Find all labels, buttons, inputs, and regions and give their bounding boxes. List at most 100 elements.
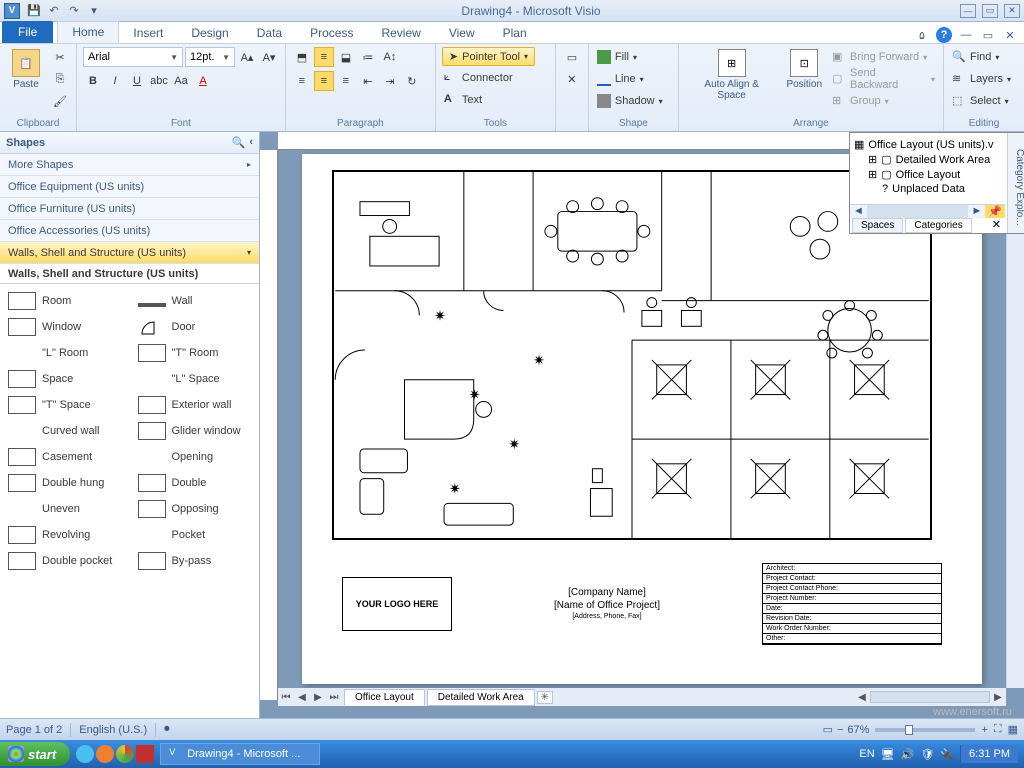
cat-item[interactable]: ⊞▢Office Layout: [854, 167, 1003, 182]
shape-master-item[interactable]: Space: [0, 366, 130, 392]
chrome-icon[interactable]: [116, 745, 134, 763]
title-block-field[interactable]: Project Contact:: [763, 574, 941, 584]
tray-icon[interactable]: 🛡: [920, 748, 934, 761]
status-page[interactable]: Page 1 of 2: [6, 724, 62, 736]
font-color-button[interactable]: A: [193, 71, 213, 91]
text-tool-button[interactable]: AText: [442, 90, 484, 110]
app-icon[interactable]: V: [4, 3, 20, 19]
title-block-center[interactable]: [Company Name] [Name of Office Project] …: [472, 586, 742, 621]
title-block-field[interactable]: Date:: [763, 604, 941, 614]
rectangle-tool-button[interactable]: ▭: [562, 47, 582, 67]
shape-master-item[interactable]: Room: [0, 288, 130, 314]
stencil-row[interactable]: Office Furniture (US units): [0, 198, 259, 220]
tray-icon[interactable]: 🔊: [901, 748, 915, 761]
switch-windows-icon[interactable]: ▦: [1008, 723, 1018, 736]
shrink-font-button[interactable]: A▾: [259, 47, 279, 67]
tray-language[interactable]: EN: [859, 748, 874, 760]
tab-review[interactable]: Review: [367, 23, 434, 43]
font-family-combo[interactable]: Arial▼: [83, 47, 183, 67]
tab-view[interactable]: View: [435, 23, 489, 43]
underline-button[interactable]: U: [127, 71, 147, 91]
layers-button[interactable]: ≋Layers▾: [950, 69, 1013, 89]
title-block-field[interactable]: Other:: [763, 634, 941, 644]
bold-button[interactable]: B: [83, 71, 103, 91]
shape-master-item[interactable]: Curved wall: [0, 418, 130, 444]
indent-dec-button[interactable]: ⇤: [358, 71, 378, 91]
fill-button[interactable]: Fill▾: [595, 47, 639, 67]
font-size-combo[interactable]: 12pt.▼: [185, 47, 235, 67]
qat-dropdown-icon[interactable]: ▾: [86, 3, 102, 19]
rotate-text-button[interactable]: ↻: [402, 71, 422, 91]
find-button[interactable]: 🔍Find▾: [950, 47, 1001, 67]
bullets-button[interactable]: ≔: [358, 47, 378, 67]
cat-scrollbar[interactable]: ◄►📌: [850, 204, 1005, 218]
page-first-icon[interactable]: ⏮: [278, 692, 294, 703]
text-direction-button[interactable]: A↕: [380, 47, 400, 67]
page-tab[interactable]: Office Layout: [344, 689, 425, 706]
bring-forward-button[interactable]: ▣Bring Forward▾: [830, 47, 937, 67]
shape-master-item[interactable]: Uneven: [0, 496, 130, 522]
page-add-icon[interactable]: ✳: [537, 691, 553, 704]
zoom-slider[interactable]: [875, 728, 975, 732]
position-button[interactable]: ⊡ Position: [782, 47, 826, 92]
shape-master-item[interactable]: "L" Room: [0, 340, 130, 366]
cat-item[interactable]: ⊞▢Detailed Work Area: [854, 152, 1003, 167]
shape-master-item[interactable]: "L" Space: [130, 366, 260, 392]
chevron-left-icon[interactable]: ‹: [249, 136, 253, 149]
auto-align-button[interactable]: ⊞ Auto Align & Space: [685, 47, 779, 103]
shape-master-item[interactable]: Door: [130, 314, 260, 340]
strike-button[interactable]: abc: [149, 71, 169, 91]
title-block-field[interactable]: Work Order Number:: [763, 624, 941, 634]
shape-master-item[interactable]: Double hung: [0, 470, 130, 496]
shape-master-item[interactable]: Revolving: [0, 522, 130, 548]
align-center-button[interactable]: ≡: [314, 71, 334, 91]
cat-close-icon[interactable]: ✕: [988, 218, 1005, 233]
tab-design[interactable]: Design: [177, 23, 242, 43]
stencil-row-active[interactable]: Walls, Shell and Structure (US units)▾: [0, 242, 259, 264]
shape-master-item[interactable]: Window: [0, 314, 130, 340]
cat-tab-spaces[interactable]: Spaces: [852, 218, 903, 233]
shape-master-item[interactable]: Pocket: [130, 522, 260, 548]
maximize-button[interactable]: ▭: [982, 4, 998, 18]
format-painter-button[interactable]: 🖌: [50, 91, 70, 111]
shape-master-item[interactable]: By-pass: [130, 548, 260, 574]
tab-process[interactable]: Process: [296, 23, 367, 43]
tab-insert[interactable]: Insert: [119, 23, 177, 43]
title-block-table[interactable]: Architect:Project Contact:Project Contac…: [762, 563, 942, 645]
save-icon[interactable]: 💾: [26, 3, 42, 19]
shape-master-item[interactable]: Glider window: [130, 418, 260, 444]
cat-tab-categories[interactable]: Categories: [905, 218, 971, 233]
connector-tool-button[interactable]: ⟀Connector: [442, 68, 515, 88]
view-presentation-icon[interactable]: ▭: [823, 723, 833, 736]
shape-master-item[interactable]: Opening: [130, 444, 260, 470]
shape-master-item[interactable]: Opposing: [130, 496, 260, 522]
cut-button[interactable]: ✂: [50, 47, 70, 67]
italic-button[interactable]: I: [105, 71, 125, 91]
page-next-icon[interactable]: ▶: [310, 692, 326, 703]
shape-master-item[interactable]: Double: [130, 470, 260, 496]
floorplan[interactable]: ✷ ✷ ✷ ✷ ✷: [332, 170, 932, 540]
macro-record-icon[interactable]: ⏺: [164, 723, 170, 736]
minimize-button[interactable]: —: [960, 4, 976, 18]
tab-plan[interactable]: Plan: [489, 23, 541, 43]
tab-data[interactable]: Data: [243, 23, 296, 43]
tray-icon[interactable]: 🔌: [940, 748, 954, 761]
shape-master-item[interactable]: Casement: [0, 444, 130, 470]
shape-master-item[interactable]: "T" Room: [130, 340, 260, 366]
stencil-row[interactable]: Office Accessories (US units): [0, 220, 259, 242]
search-shapes-icon[interactable]: 🔍: [232, 136, 246, 149]
ribbon-minimize-icon[interactable]: ۵: [914, 27, 930, 43]
horizontal-scrollbar[interactable]: [870, 691, 990, 703]
app-icon[interactable]: [136, 745, 154, 763]
align-bottom-button[interactable]: ⬓: [336, 47, 356, 67]
select-button[interactable]: ⬚Select▾: [950, 91, 1011, 111]
shadow-button[interactable]: Shadow▾: [595, 91, 665, 111]
taskbar-item[interactable]: VDrawing4 - Microsoft ...: [160, 743, 320, 765]
fit-page-icon[interactable]: ⛶: [994, 723, 1002, 736]
mdiclose-icon[interactable]: ✕: [1002, 27, 1018, 43]
title-block-field[interactable]: Revision Date:: [763, 614, 941, 624]
align-left-button[interactable]: ≡: [292, 71, 312, 91]
align-right-button[interactable]: ≡: [336, 71, 356, 91]
close-button[interactable]: ✕: [1004, 4, 1020, 18]
zoom-value[interactable]: 67%: [847, 724, 869, 736]
